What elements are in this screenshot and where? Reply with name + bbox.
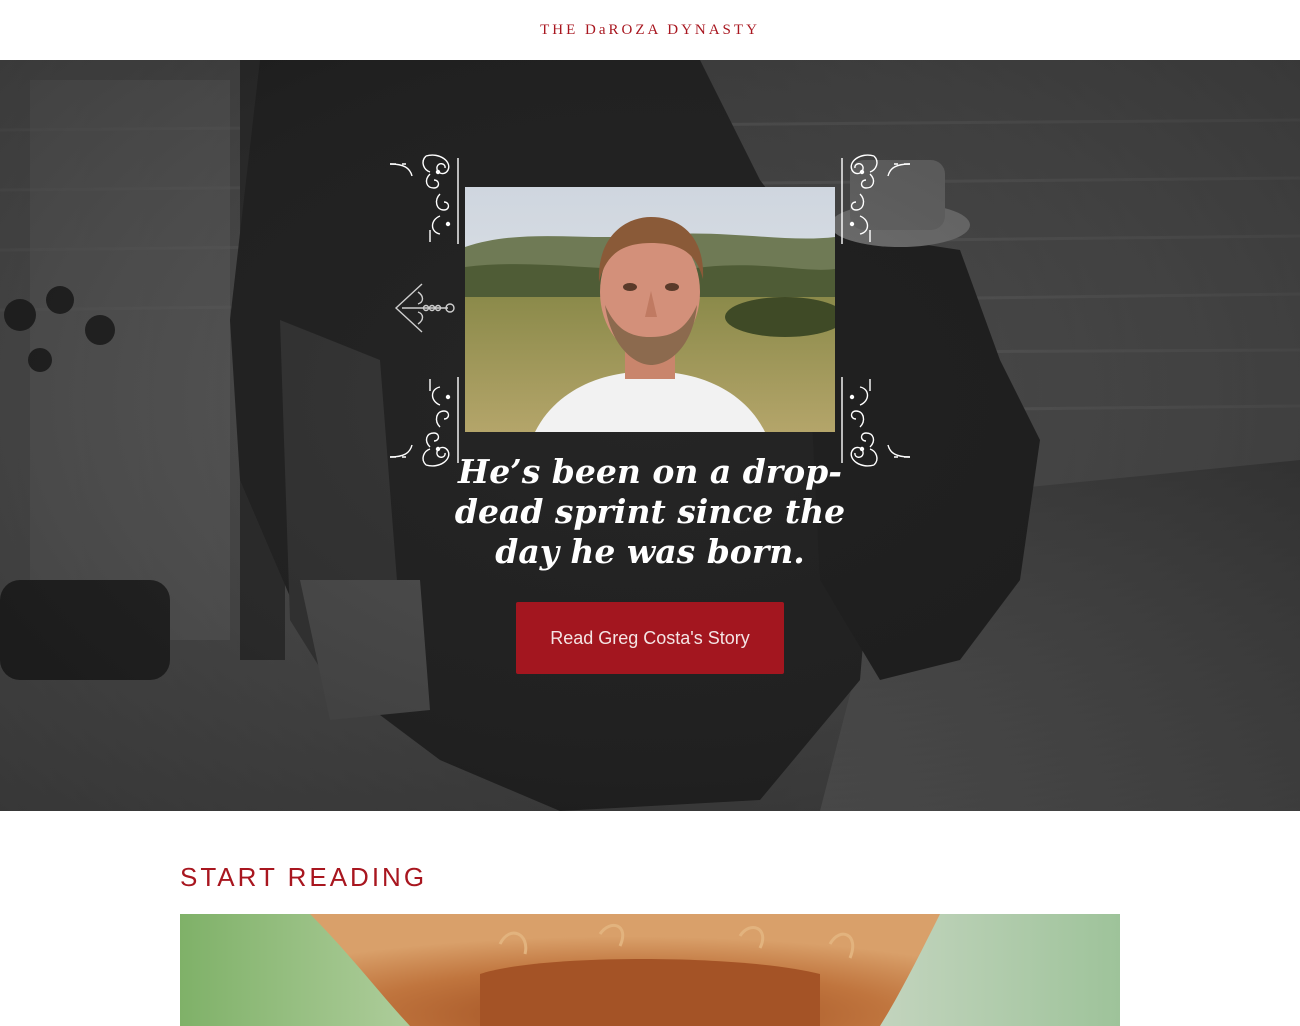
top-bar: THE DaROZA DYNASTY xyxy=(0,0,1300,60)
hero-quote: He’s been on a drop-dead sprint since th… xyxy=(454,452,846,571)
ornament-corner-icon xyxy=(390,154,459,244)
read-story-button[interactable]: Read Greg Costa's Story xyxy=(516,602,784,674)
hero: He’s been on a drop-dead sprint since th… xyxy=(0,60,1300,811)
ornament-corner-icon xyxy=(841,154,910,244)
site-title-link[interactable]: THE DaROZA DYNASTY xyxy=(540,22,760,39)
story-thumbnail-photo[interactable] xyxy=(180,914,1120,1026)
portrait-photo xyxy=(465,187,835,432)
hero-overlay xyxy=(0,60,1300,811)
section-title: START READING xyxy=(180,862,428,892)
ornate-left-arrow-icon[interactable] xyxy=(394,282,456,336)
